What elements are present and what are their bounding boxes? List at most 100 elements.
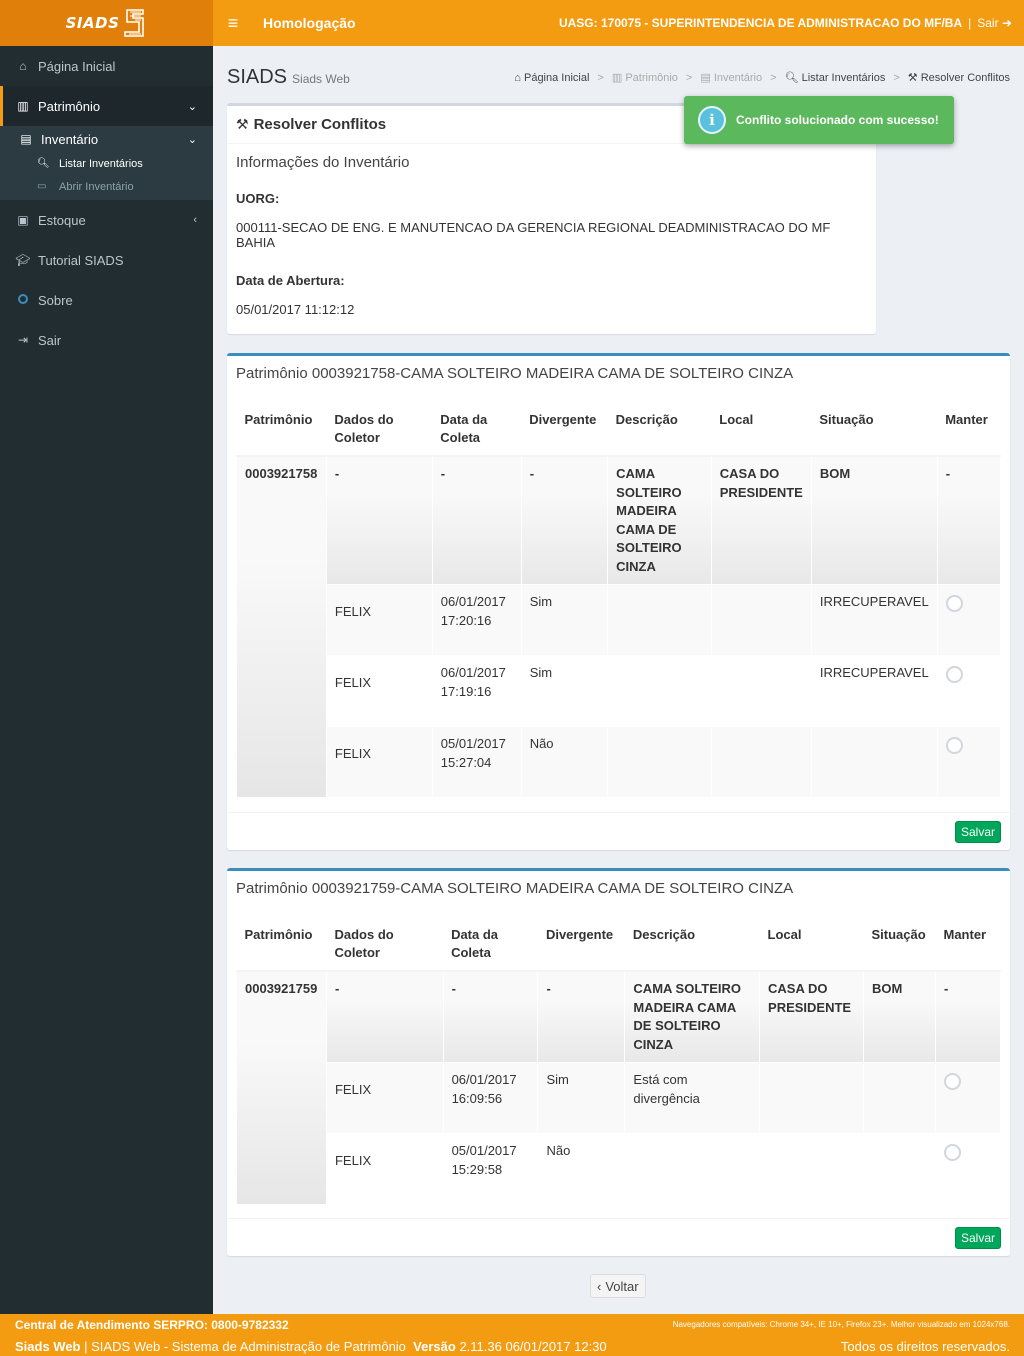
sidebar: ⌂ Página Inicial ▥ Patrimônio ⌄ ▤ Invent…	[0, 46, 213, 1314]
cell-manter	[934, 1062, 1002, 1134]
sidebar-item-listar-inventarios[interactable]: 🔍︎ Listar Inventários	[0, 152, 213, 175]
version-label: Versão	[413, 1339, 456, 1354]
sidebar-item-sobre[interactable]: Sobre	[0, 280, 213, 320]
table-row: FELIX 06/01/2017 17:20:16 Sim IRRECUPERA…	[237, 584, 1002, 656]
table-row: FELIX 06/01/2017 16:09:56 Sim Está com d…	[237, 1062, 1002, 1134]
breadcrumb-separator: >	[770, 71, 777, 84]
col-divergente: Divergente	[521, 403, 608, 457]
uorg-value: 000111-SECAO DE ENG. E MANUTENCAO DA GER…	[236, 220, 831, 250]
uasg-label: UASG: 170075 - SUPERINTENDENCIA DE ADMIN…	[558, 16, 963, 30]
breadcrumb-inventario-label: Inventário	[713, 72, 763, 84]
back-button-label: Voltar	[605, 1278, 639, 1294]
cell-data: 06/01/2017 16:09:56	[442, 1062, 539, 1134]
sidebar-item-tutorial[interactable]: 🎓︎ Tutorial SIADS	[0, 240, 213, 280]
search-icon: 🔍︎	[37, 158, 50, 169]
app-description: | SIADS Web - Sistema de Administração d…	[84, 1339, 406, 1354]
support-phone: Central de Atendimento SERPRO: 0800-9782…	[15, 1318, 289, 1332]
sidebar-item-label: Inventário	[41, 131, 99, 147]
breadcrumb-patrimonio-label: Patrimônio	[625, 72, 678, 84]
table-header-row: Patrimônio Dados do Coletor Data da Cole…	[236, 918, 1001, 972]
page-title: SIADS Siads Web	[227, 66, 350, 89]
cell-dados: -	[325, 455, 433, 585]
cell-data: 06/01/2017 17:20:16	[431, 584, 522, 656]
cell-coletor: FELIX	[325, 1133, 444, 1205]
cell-local	[710, 584, 812, 656]
cell-descricao: CAMA SOLTEIRO MADEIRA CAMA DE SOLTEIRO C…	[607, 455, 712, 585]
breadcrumb-listar[interactable]: 🔍︎ Listar Inventários	[785, 71, 886, 84]
home-icon: ⌂	[19, 59, 27, 73]
back-button[interactable]: ‹ Voltar	[590, 1274, 646, 1298]
barcode-icon: ▥	[17, 99, 29, 113]
logout-label: Sair	[977, 16, 999, 30]
cell-local	[759, 1062, 864, 1134]
cell-data: 05/01/2017 15:27:04	[431, 726, 522, 798]
logout-icon: ➜	[1001, 16, 1012, 30]
cell-divergente: -	[537, 970, 626, 1063]
toast-message: Conflito solucionado com sucesso!	[736, 113, 939, 127]
version-value: 2.11.36 06/01/2017 12:30	[459, 1339, 607, 1354]
cell-divergente: Sim	[520, 584, 609, 656]
menu-toggle-icon[interactable]: ≡	[213, 13, 253, 34]
keep-radio[interactable]	[945, 666, 963, 683]
breadcrumb-separator: >	[685, 71, 693, 84]
col-data-coleta: Data da Coleta	[443, 918, 538, 972]
sidebar-item-label: Tutorial SIADS	[38, 252, 124, 268]
cell-divergente: Sim	[537, 1062, 626, 1134]
success-toast[interactable]: i Conflito solucionado com sucesso!	[684, 96, 954, 144]
cell-local: CASA DO PRESIDENTE	[759, 970, 864, 1063]
col-manter: Manter	[935, 918, 1001, 972]
footer: Central de Atendimento SERPRO: 0800-9782…	[0, 1314, 1024, 1356]
sidebar-item-estoque[interactable]: ▣ Estoque ‹	[0, 200, 213, 240]
col-situacao: Situação	[811, 403, 938, 457]
header-separator: |	[968, 16, 972, 30]
cell-descricao: CAMA SOLTEIRO MADEIRA CAMA DE SOLTEIRO C…	[624, 970, 761, 1063]
chevron-down-icon: ⌄	[187, 100, 197, 113]
keep-radio[interactable]	[945, 737, 963, 754]
sidebar-item-sair[interactable]: ⇥ Sair	[0, 320, 213, 360]
logo[interactable]: SIADS	[0, 0, 213, 46]
logo-stripes-icon	[124, 9, 145, 37]
sidebar-item-patrimonio[interactable]: ▥ Patrimônio ⌄	[0, 86, 213, 126]
sidebar-item-label: Sair	[38, 332, 62, 348]
breadcrumb-home[interactable]: ⌂ Página Inicial	[514, 72, 589, 84]
sign-in-icon: ⇥	[17, 333, 29, 347]
patrimonio-title: Patrimônio 0003921759-CAMA SOLTEIRO MADE…	[236, 880, 794, 897]
opening-date-label: Data de Abertura:	[236, 273, 345, 288]
table-row: 0003921758 - - - CAMA SOLTEIRO MADEIRA C…	[236, 455, 1002, 798]
keep-radio[interactable]	[943, 1073, 961, 1090]
breadcrumb-current-label: Resolver Conflitos	[920, 72, 1010, 84]
sidebar-item-inventario[interactable]: ▤ Inventário ⌄	[0, 126, 213, 152]
table-row: FELIX 05/01/2017 15:29:58 Não	[237, 1133, 1002, 1205]
save-button[interactable]: Salvar	[954, 1227, 1001, 1249]
table-header-row: Patrimônio Dados do Coletor Data da Cole…	[236, 403, 1001, 457]
save-button[interactable]: Salvar	[954, 821, 1001, 843]
breadcrumb-listar-label: Listar Inventários	[801, 72, 886, 84]
cell-situacao: IRRECUPERAVEL	[810, 584, 938, 656]
logout-link[interactable]: Sair ➜	[977, 16, 1012, 30]
archive-icon: ▣	[17, 213, 29, 227]
chevron-down-icon: ⌄	[187, 133, 197, 146]
cell-descricao	[607, 655, 712, 727]
breadcrumb-patrimonio[interactable]: ▥ Patrimônio	[612, 71, 678, 84]
opening-date-value: 05/01/2017 11:12:12	[236, 302, 355, 317]
uorg-label: UORG:	[236, 191, 280, 206]
sidebar-item-home[interactable]: ⌂ Página Inicial	[0, 46, 213, 86]
cell-dados: -	[325, 970, 444, 1063]
cell-coletor: FELIX	[325, 726, 433, 798]
cell-manter	[936, 584, 1002, 656]
breadcrumb-inventario[interactable]: ▤ Inventário	[700, 71, 762, 84]
cell-situacao	[863, 1062, 936, 1134]
patrimonio-title: Patrimônio 0003921758-CAMA SOLTEIRO MADE…	[236, 365, 794, 382]
graduation-cap-icon: 🎓︎	[15, 253, 31, 267]
barcode-icon: ▥	[611, 72, 623, 84]
box-footer: Salvar	[227, 1218, 1010, 1256]
cell-situacao: BOM	[863, 970, 936, 1063]
keep-radio[interactable]	[945, 595, 963, 612]
cell-manter: -	[936, 455, 1002, 585]
info-heading: Informações do Inventário	[236, 154, 410, 171]
page-subtitle: Siads Web	[292, 72, 350, 86]
cell-descricao	[607, 726, 712, 798]
sidebar-item-abrir-inventario[interactable]: ▭ Abrir Inventário	[0, 175, 213, 198]
keep-radio[interactable]	[943, 1144, 961, 1161]
page-title-text: SIADS	[227, 66, 288, 88]
